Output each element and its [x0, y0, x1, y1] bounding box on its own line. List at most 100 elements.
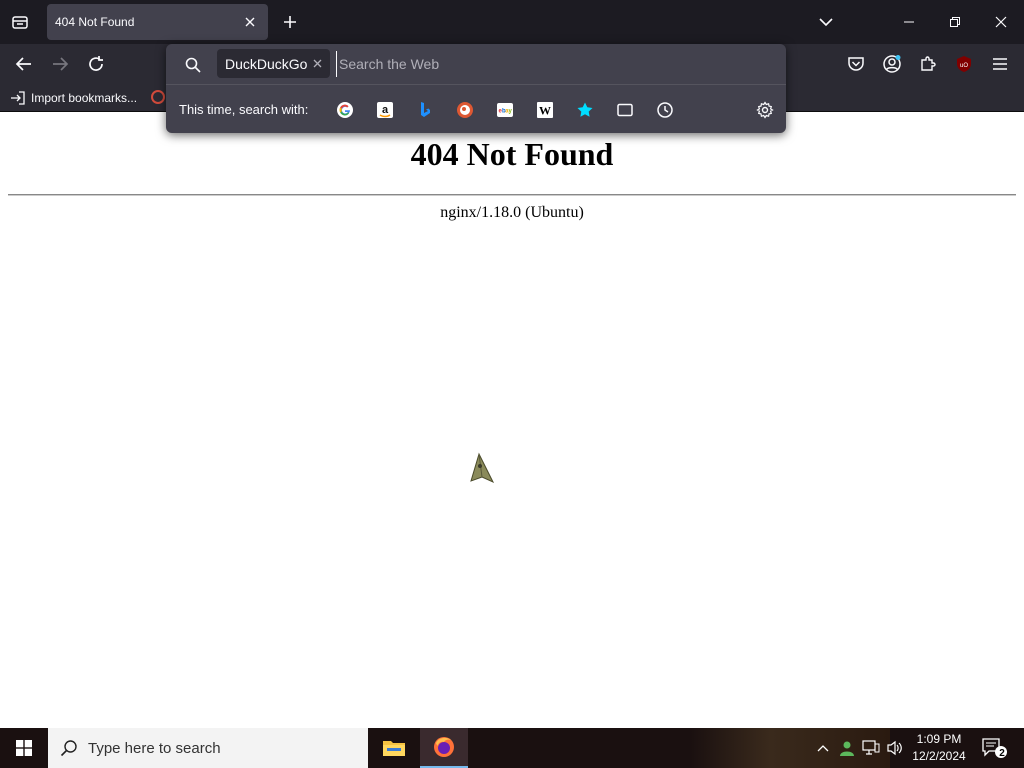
search-engine-chip[interactable]: DuckDuckGo: [217, 49, 330, 78]
urlbar-input[interactable]: [336, 51, 766, 77]
firefox-icon: [434, 737, 454, 757]
close-window-button[interactable]: [986, 8, 1016, 36]
restore-icon: [950, 17, 960, 27]
search-tabs-button[interactable]: [612, 97, 638, 123]
minimize-button[interactable]: [894, 8, 924, 36]
taskbar-firefox[interactable]: [420, 728, 468, 768]
chevron-down-icon: [819, 18, 833, 27]
action-center-button[interactable]: 2: [978, 728, 1012, 768]
search-engine-amazon[interactable]: a: [372, 97, 398, 123]
tray-user-icon-button[interactable]: [836, 728, 858, 768]
hamburger-menu-icon: [993, 58, 1007, 70]
svg-text:W: W: [539, 104, 551, 118]
search-settings-button[interactable]: [752, 97, 778, 123]
import-bookmarks-button[interactable]: Import bookmarks...: [10, 89, 137, 107]
ublock-origin-button[interactable]: uO: [950, 50, 978, 78]
tab-404-not-found[interactable]: 404 Not Found: [47, 4, 268, 40]
star-icon: [577, 102, 593, 117]
account-icon: [883, 55, 901, 73]
network-icon: [862, 740, 880, 755]
arrow-left-icon: [15, 57, 31, 71]
pocket-button[interactable]: [842, 50, 870, 78]
reload-icon: [89, 56, 103, 71]
clock-date: 12/2/2024: [912, 749, 966, 763]
taskbar-search-placeholder: Type here to search: [88, 739, 221, 757]
tab-title: 404 Not Found: [55, 15, 135, 29]
folder-icon: [383, 741, 405, 756]
arrow-right-icon: [53, 57, 69, 71]
urlbar-popup: DuckDuckGo This time, search with: a eba…: [166, 44, 786, 133]
chevron-up-icon: [817, 745, 829, 752]
app-menu-button[interactable]: [986, 50, 1014, 78]
urlbar-search-icon-wrap: [182, 54, 204, 76]
clock-time: 1:09 PM: [916, 732, 962, 746]
search-icon: [185, 57, 201, 73]
import-icon: [11, 91, 25, 105]
tray-network-button[interactable]: [860, 728, 882, 768]
extensions-button[interactable]: [914, 50, 942, 78]
search-engine-duckduckgo[interactable]: [452, 97, 478, 123]
page-heading: 404 Not Found: [410, 136, 614, 172]
search-icon: [60, 740, 77, 757]
search-history-button[interactable]: [652, 97, 678, 123]
list-all-tabs-button[interactable]: [811, 8, 841, 36]
search-engine-bing[interactable]: [412, 97, 438, 123]
popup-divider: [166, 84, 786, 85]
svg-text:uO: uO: [960, 63, 968, 69]
duckduckgo-icon: [457, 102, 473, 118]
back-button[interactable]: [10, 50, 38, 78]
bookmark-favicon[interactable]: [150, 89, 166, 107]
wikipedia-icon: W: [537, 102, 553, 118]
puzzle-icon: [921, 56, 936, 71]
ublock-icon: uO: [957, 56, 971, 72]
gear-icon: [756, 101, 774, 119]
horizontal-rule: [8, 194, 1016, 196]
pocket-icon: [848, 57, 864, 71]
close-icon: [995, 16, 1007, 28]
search-engine-ebay[interactable]: ebay: [492, 97, 518, 123]
minimize-icon: [904, 21, 914, 23]
tab-list-button[interactable]: [8, 10, 32, 34]
account-button[interactable]: [878, 50, 906, 78]
bookmark-site-icon: [151, 90, 165, 104]
start-button[interactable]: [0, 728, 48, 768]
amazon-icon: a: [377, 102, 393, 118]
tab-icon: [617, 103, 633, 117]
taskbar-clock[interactable]: 1:09 PM 12/2/2024: [905, 731, 973, 765]
reload-button[interactable]: [82, 50, 110, 78]
speaker-icon: [887, 740, 902, 756]
tab-close-button[interactable]: [240, 12, 260, 32]
tray-volume-button[interactable]: [884, 728, 906, 768]
mouse-cursor: [468, 452, 496, 486]
search-engine-google[interactable]: [332, 97, 358, 123]
tab-strip: 404 Not Found: [0, 0, 1024, 44]
restore-button[interactable]: [940, 8, 970, 36]
user-status-icon: [840, 741, 854, 756]
notification-count-badge: 2: [999, 748, 1005, 759]
google-icon: [337, 102, 353, 118]
close-icon: [313, 59, 321, 67]
search-bookmarks-button[interactable]: [572, 97, 598, 123]
taskbar-search-box[interactable]: Type here to search: [48, 728, 368, 768]
svg-text:a: a: [382, 104, 389, 116]
cursor-icon: [470, 452, 495, 484]
clock-icon: [657, 102, 673, 118]
show-hidden-icons-button[interactable]: [813, 728, 833, 768]
bing-icon: [421, 102, 430, 117]
windows-taskbar: Type here to search 1:09 PM 12/2/2024 2: [0, 728, 1024, 768]
new-tab-button[interactable]: [278, 10, 302, 34]
ebay-icon: ebay: [497, 103, 513, 117]
search-with-label: This time, search with:: [179, 102, 309, 117]
tab-list-icon: [12, 16, 28, 29]
search-engine-wikipedia[interactable]: W: [532, 97, 558, 123]
search-engine-chip-label: DuckDuckGo: [225, 55, 308, 72]
search-engine-chip-close[interactable]: [310, 56, 324, 70]
import-bookmarks-label: Import bookmarks...: [31, 91, 138, 105]
forward-button[interactable]: [46, 50, 74, 78]
server-signature: nginx/1.18.0 (Ubuntu): [440, 204, 584, 221]
page-content: 404 Not Found nginx/1.18.0 (Ubuntu): [0, 112, 1024, 728]
close-icon: [245, 17, 255, 27]
plus-icon: [284, 16, 296, 28]
windows-logo-icon: [16, 740, 32, 756]
taskbar-file-explorer[interactable]: [370, 728, 418, 768]
